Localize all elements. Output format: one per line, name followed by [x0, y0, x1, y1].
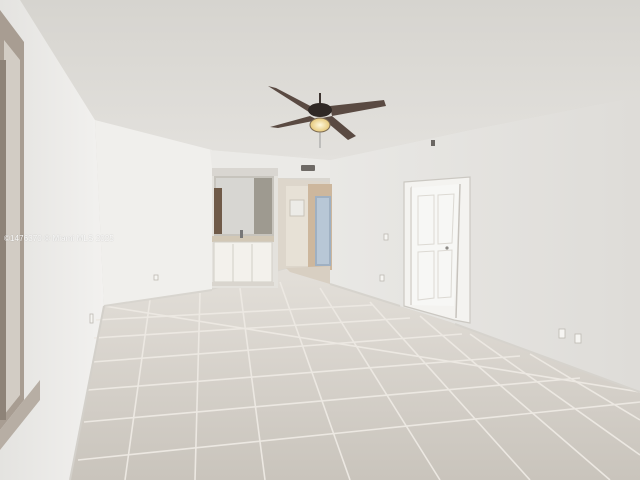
back-wall: [95, 120, 212, 306]
watermark-text: ©1476370 © Miami MLS 2025: [4, 234, 114, 243]
door-icon: [403, 176, 471, 324]
vent-icon: [301, 165, 315, 171]
mirror-icon: [214, 176, 274, 236]
vanity-alcove: [212, 168, 278, 288]
empty-room-photo: ©1476370 © Miami MLS 2025: [0, 0, 640, 480]
vanity-cabinet-icon: [212, 241, 274, 286]
hallway-opening: [278, 178, 332, 284]
